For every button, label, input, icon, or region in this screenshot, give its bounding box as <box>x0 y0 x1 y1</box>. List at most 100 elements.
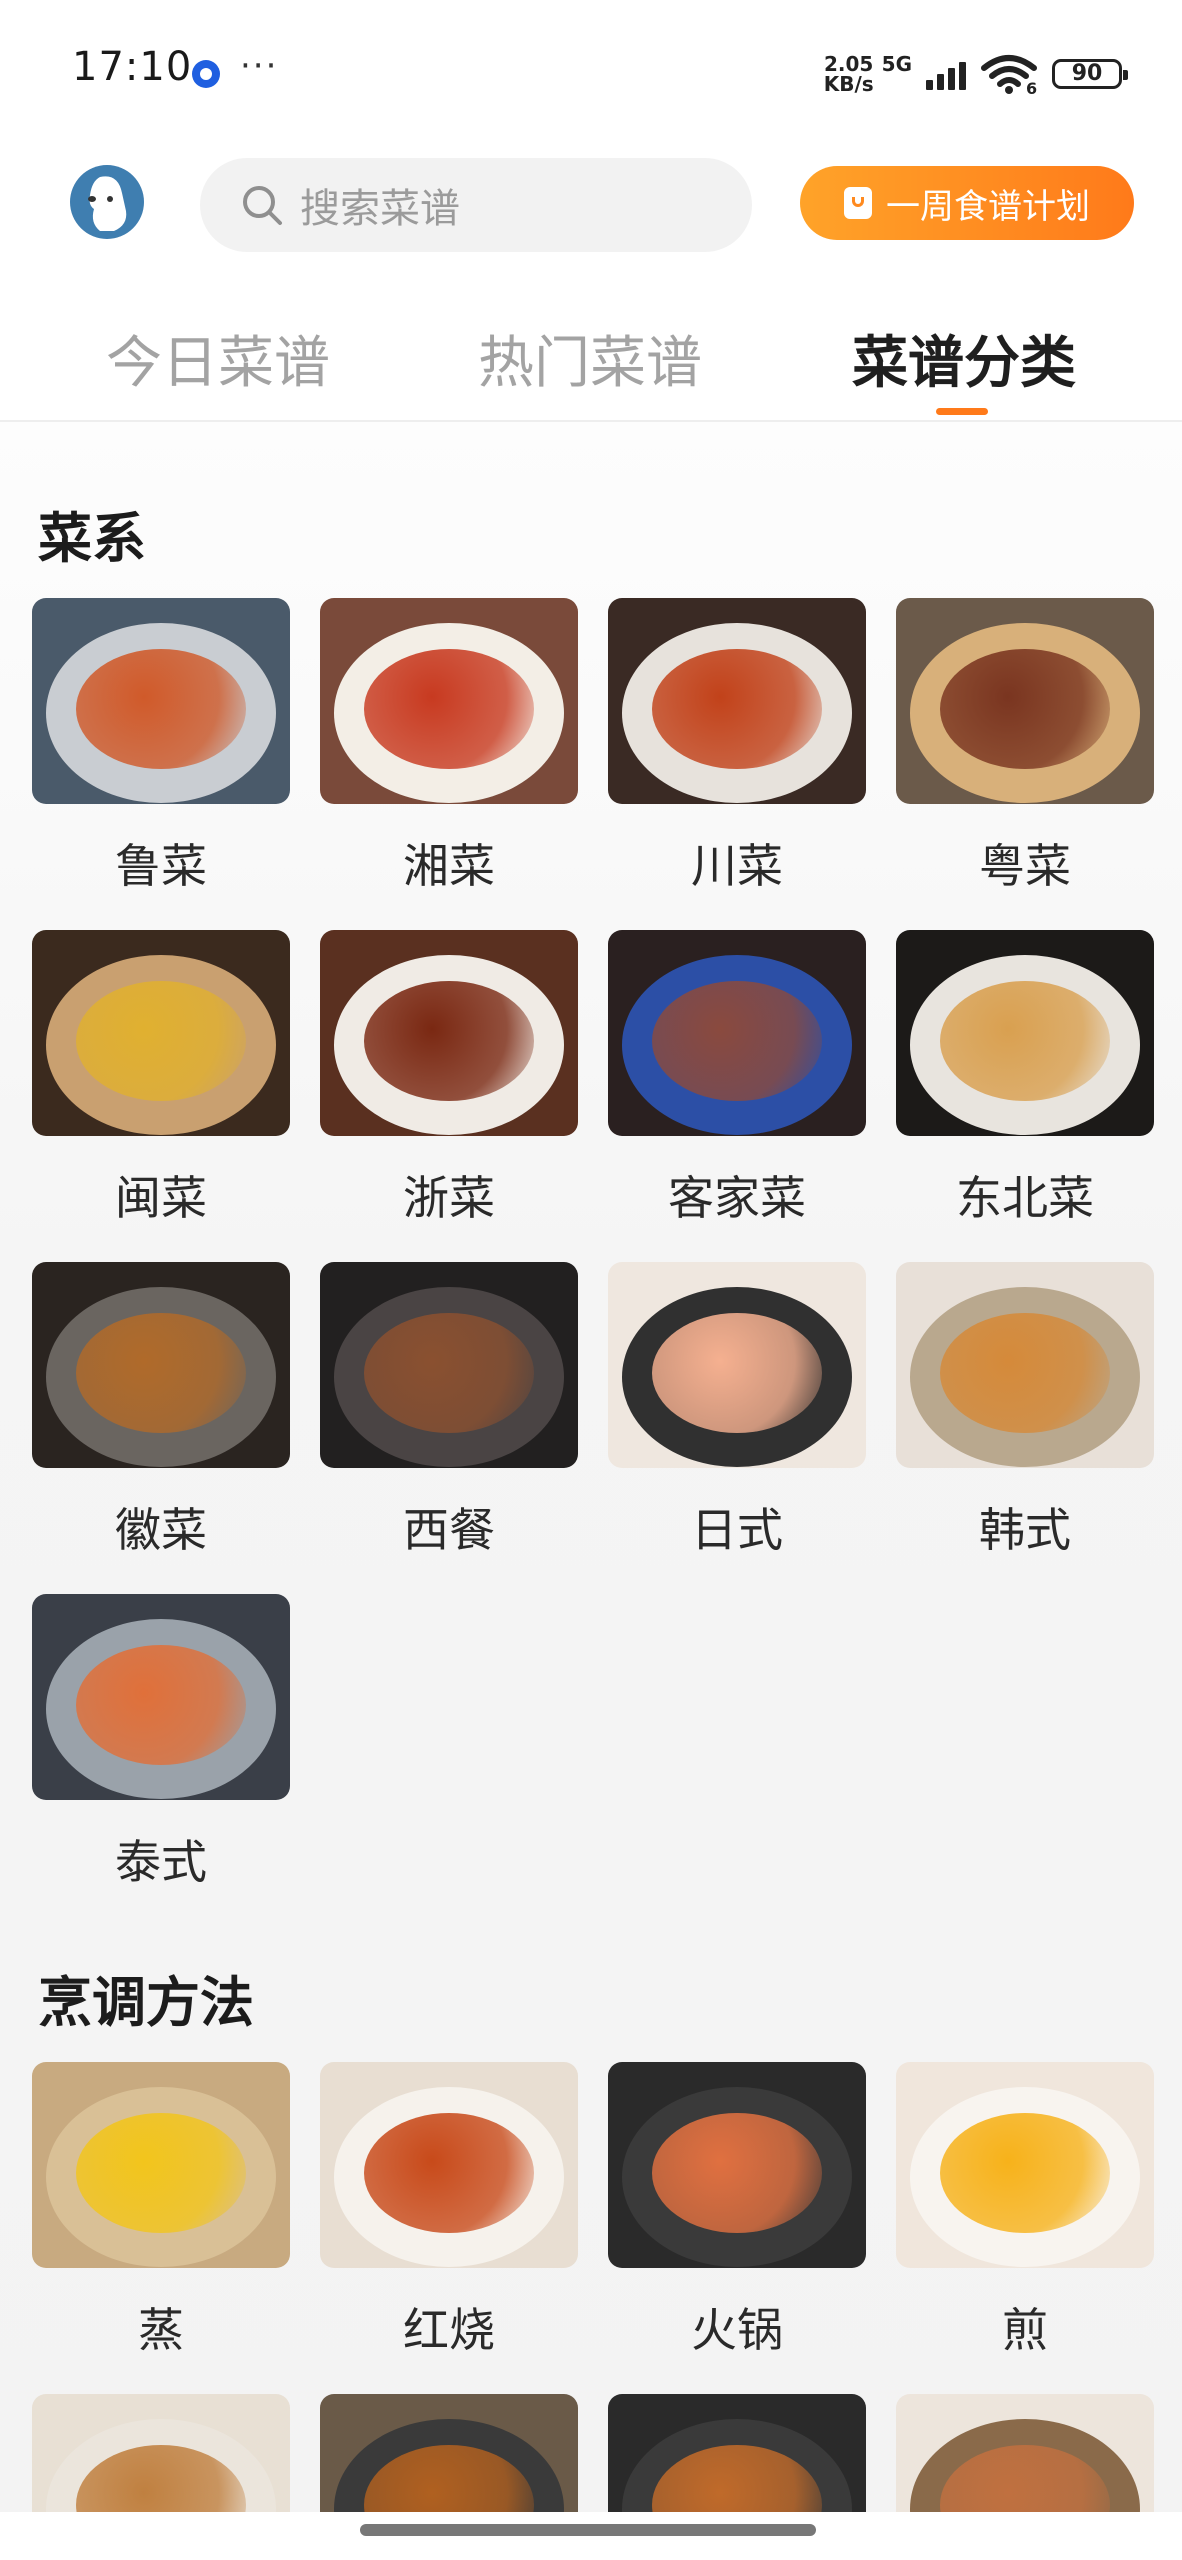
status-time: 17:10 <box>72 44 193 90</box>
section-title-cooking-method: 烹调方法 <box>38 1971 254 2034</box>
category-card[interactable]: 湘菜 <box>320 598 578 896</box>
category-card[interactable]: 川菜 <box>608 598 866 896</box>
category-thumbnail <box>608 2394 866 2512</box>
dish-food-shape <box>940 981 1110 1102</box>
category-card[interactable]: 韩式 <box>896 1262 1154 1560</box>
tab-popular-recipes[interactable]: 热门菜谱 <box>478 318 702 399</box>
category-card[interactable]: 闽菜 <box>32 930 290 1228</box>
battery-icon: 90 <box>1052 59 1128 89</box>
dish-food-shape <box>364 981 534 1102</box>
category-label: 闽菜 <box>115 1171 207 1225</box>
tab-today-recipes[interactable]: 今日菜谱 <box>106 318 330 399</box>
category-label: 韩式 <box>979 1503 1071 1557</box>
dish-food-shape <box>76 2113 246 2234</box>
category-thumbnail <box>896 1262 1154 1468</box>
category-card[interactable]: 鲁菜 <box>32 598 290 896</box>
category-card[interactable]: 西餐 <box>320 1262 578 1560</box>
category-thumbnail <box>32 598 290 804</box>
category-label: 徽菜 <box>115 1503 207 1557</box>
category-card[interactable] <box>32 2394 290 2512</box>
category-card[interactable] <box>608 2394 866 2512</box>
category-card[interactable]: 蒸 <box>32 2062 290 2360</box>
category-card[interactable]: 煎 <box>896 2062 1154 2360</box>
dish-food-shape <box>652 1313 822 1434</box>
category-thumbnail <box>320 1262 578 1468</box>
dish-food-shape <box>652 2113 822 2234</box>
category-label: 煎 <box>1002 2303 1048 2357</box>
category-card[interactable] <box>896 2394 1154 2512</box>
category-card[interactable]: 红烧 <box>320 2062 578 2360</box>
category-label: 粤菜 <box>979 839 1071 893</box>
dish-food-shape <box>76 1645 246 1766</box>
category-thumbnail <box>896 598 1154 804</box>
category-card[interactable] <box>320 2394 578 2512</box>
category-thumbnail <box>32 1594 290 1800</box>
category-label: 日式 <box>691 1503 783 1557</box>
category-label: 川菜 <box>691 839 783 893</box>
dish-food-shape <box>364 2113 534 2234</box>
category-thumbnail <box>896 930 1154 1136</box>
category-thumbnail <box>32 2062 290 2268</box>
network-type-label: 5G <box>881 52 912 76</box>
weekly-meal-plan-label: 一周食谱计划 <box>886 186 1090 227</box>
search-icon <box>243 186 282 225</box>
dish-food-shape <box>76 981 246 1102</box>
network-speed: 2.05 KB/s <box>824 54 874 94</box>
category-label: 火锅 <box>691 2303 783 2357</box>
category-thumbnail <box>608 2062 866 2268</box>
search-placeholder: 搜索菜谱 <box>300 186 460 232</box>
category-thumbnail <box>608 598 866 804</box>
category-label: 泰式 <box>115 1835 207 1889</box>
category-label: 鲁菜 <box>115 839 207 893</box>
category-content[interactable]: 菜系 鲁菜 湘菜 川菜 粤菜闽菜 浙菜 客家菜 东北菜徽菜 西餐 日式 韩式泰式 烹调方法 蒸 红烧… <box>0 422 1182 2512</box>
category-card[interactable]: 徽菜 <box>32 1262 290 1560</box>
home-indicator <box>360 2524 816 2536</box>
category-thumbnail <box>320 598 578 804</box>
search-input[interactable]: 搜索菜谱 <box>200 158 752 252</box>
dog-avatar-icon <box>88 176 127 231</box>
category-thumbnail <box>608 930 866 1136</box>
tab-bar: 今日菜谱 热门菜谱 菜谱分类 <box>0 300 1182 422</box>
active-tab-indicator <box>936 408 988 415</box>
category-card[interactable]: 火锅 <box>608 2062 866 2360</box>
category-label: 西餐 <box>403 1503 495 1557</box>
status-indicators: 2.05 KB/s 5G 6 90 <box>824 52 1128 96</box>
category-thumbnail <box>32 2394 290 2512</box>
tab-recipe-categories[interactable]: 菜谱分类 <box>852 318 1076 399</box>
wifi-badge: 6 <box>1026 79 1037 94</box>
category-label: 东北菜 <box>956 1171 1094 1225</box>
dish-food-shape <box>940 2113 1110 2234</box>
category-thumbnail <box>32 1262 290 1468</box>
category-label: 红烧 <box>403 2303 495 2357</box>
weekly-meal-plan-button[interactable]: 一周食谱计划 <box>800 166 1134 240</box>
category-label: 客家菜 <box>668 1171 806 1225</box>
network-speed-unit: KB/s <box>823 72 874 96</box>
category-label: 浙菜 <box>403 1171 495 1225</box>
dish-food-shape <box>652 981 822 1102</box>
dish-food-shape <box>364 1313 534 1434</box>
network-speed-value: 2.05 <box>824 52 874 76</box>
category-thumbnail <box>896 2062 1154 2268</box>
dish-food-shape <box>364 649 534 770</box>
avatar[interactable] <box>70 165 144 239</box>
category-card[interactable]: 粤菜 <box>896 598 1154 896</box>
category-thumbnail <box>32 930 290 1136</box>
dish-food-shape <box>652 649 822 770</box>
category-card[interactable]: 东北菜 <box>896 930 1154 1228</box>
category-card[interactable]: 泰式 <box>32 1594 290 1892</box>
category-label: 湘菜 <box>403 839 495 893</box>
category-card[interactable]: 浙菜 <box>320 930 578 1228</box>
category-card[interactable]: 客家菜 <box>608 930 866 1228</box>
category-thumbnail <box>320 2394 578 2512</box>
cell-signal-icon <box>926 58 966 90</box>
status-bar: 17:10 ··· 2.05 KB/s 5G 6 90 <box>0 0 1182 150</box>
dish-food-shape <box>940 649 1110 770</box>
dish-food-shape <box>76 649 246 770</box>
category-label: 蒸 <box>138 2303 184 2357</box>
category-card[interactable]: 日式 <box>608 1262 866 1560</box>
meal-plan-icon <box>844 187 872 219</box>
category-thumbnail <box>896 2394 1154 2512</box>
section-title-cuisine: 菜系 <box>38 507 146 570</box>
category-thumbnail <box>608 1262 866 1468</box>
dish-food-shape <box>940 1313 1110 1434</box>
